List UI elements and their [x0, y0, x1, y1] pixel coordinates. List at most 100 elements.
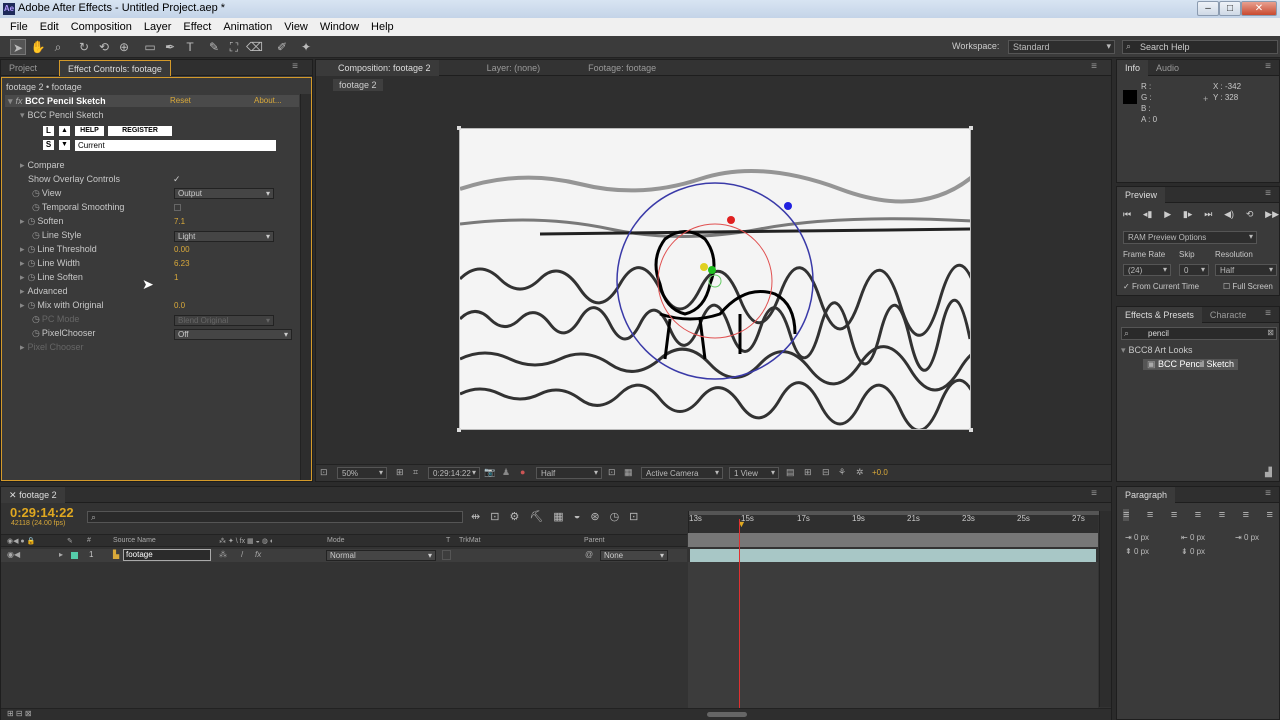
maximize-button[interactable]: □ [1219, 1, 1241, 16]
zoom-tool-icon[interactable]: ⌕ [50, 39, 66, 55]
source-name-header[interactable]: Source Name [113, 537, 156, 544]
fast-previews-icon[interactable]: ⊞ [804, 467, 812, 478]
stopwatch-icon[interactable]: ◷ [28, 244, 36, 254]
stopwatch-icon[interactable]: ◷ [32, 328, 40, 338]
corner-handle[interactable] [969, 428, 973, 432]
justify-all-icon[interactable]: ≡ [1267, 509, 1273, 521]
compare-group[interactable]: ▸ Compare [20, 158, 65, 172]
menu-layer[interactable]: Layer [138, 21, 178, 33]
mask-icon[interactable]: ⌗ [413, 467, 418, 478]
snapshot-icon[interactable]: 📷 [484, 467, 495, 478]
live-update-icon[interactable]: ⊡ [490, 510, 499, 523]
camera-dropdown[interactable]: Active Camera [641, 467, 723, 479]
tab-project[interactable]: Project [1, 60, 45, 76]
text-tool-icon[interactable]: T [182, 39, 198, 55]
pixelchooser-group[interactable]: ▸ Pixel Chooser [20, 340, 84, 354]
layer-name[interactable]: footage [123, 549, 211, 561]
label-color-swatch[interactable] [71, 552, 78, 559]
panel-menu-icon[interactable]: ≡ [292, 61, 298, 72]
parent-header[interactable]: Parent [584, 537, 605, 544]
effect-header[interactable]: ▾ fx BCC Pencil Sketch [8, 94, 106, 108]
tab-composition[interactable]: Composition: footage 2 [316, 59, 439, 76]
channel-icon[interactable]: ● [520, 467, 525, 477]
toggle-pixel-icon[interactable]: ▤ [786, 467, 795, 478]
register-button[interactable]: REGISTER [108, 126, 172, 136]
fx-icon[interactable]: fx [16, 96, 23, 106]
frame-blending-icon[interactable]: ▦ [553, 510, 563, 523]
from-current-checkbox[interactable]: ✓ From Current Time [1123, 282, 1199, 291]
region-of-interest-icon[interactable]: ⊡ [608, 467, 616, 478]
puppet-pin-tool-icon[interactable]: ✦ [298, 39, 314, 55]
up-arrow-icon[interactable]: ▲ [59, 126, 70, 136]
menu-animation[interactable]: Animation [217, 21, 278, 33]
transparency-grid-icon[interactable]: ▦ [624, 467, 633, 478]
parent-dropdown[interactable]: None [600, 550, 668, 561]
advanced-group[interactable]: ▸ Advanced [20, 284, 68, 298]
resolution-dropdown[interactable]: Half [1215, 264, 1277, 276]
label-icon[interactable]: ✎ [67, 537, 73, 545]
rotate-tool-icon[interactable]: ↻ [76, 39, 92, 55]
justify-right-icon[interactable]: ≡ [1243, 509, 1249, 521]
current-time-display[interactable]: 0:29:14:22 [428, 467, 480, 479]
expand-layer-icon[interactable]: ▸ [59, 550, 63, 559]
corner-handle[interactable] [457, 428, 461, 432]
space-after-field[interactable]: ⇟ 0 px [1181, 547, 1205, 556]
space-before-field[interactable]: ⇞ 0 px [1125, 547, 1149, 556]
timeline-scrollbar[interactable] [1099, 511, 1111, 707]
menu-effect[interactable]: Effect [177, 21, 217, 33]
stopwatch-icon[interactable]: ◷ [28, 300, 36, 310]
threshold-value[interactable]: 0.00 [174, 245, 190, 254]
tab-character[interactable]: Characte [1202, 307, 1255, 323]
menu-view[interactable]: View [278, 21, 314, 33]
tab-effect-controls[interactable]: Effect Controls: footage [59, 59, 171, 76]
tab-audio[interactable]: Audio [1148, 60, 1187, 76]
hide-shy-icon[interactable]: ⛏ [529, 510, 543, 523]
zoom-slider[interactable] [707, 712, 747, 717]
brush-tool-icon[interactable]: ✎ [206, 39, 222, 55]
minimize-button[interactable]: – [1197, 1, 1219, 16]
comp-subtab[interactable]: footage 2 [333, 79, 383, 91]
stopwatch-icon[interactable]: ◷ [32, 202, 40, 212]
clone-stamp-tool-icon[interactable]: ⛶ [226, 39, 242, 55]
indent-left-field[interactable]: ⇥ 0 px [1125, 533, 1149, 542]
resolution-dropdown[interactable]: Half [536, 467, 602, 479]
menu-window[interactable]: Window [314, 21, 365, 33]
always-preview-icon[interactable]: ⊡ [320, 467, 328, 478]
timeline-icon[interactable]: ⊟ [822, 467, 830, 478]
menu-composition[interactable]: Composition [65, 21, 138, 33]
ram-preview-icon[interactable]: ▶▶ [1265, 209, 1279, 220]
motion-blur-icon[interactable]: ◒ [574, 510, 581, 523]
timeline-timecode[interactable]: 0:29:14:22 [10, 505, 74, 520]
group-bcc-pencil[interactable]: ▾ BCC Pencil Sketch [20, 108, 104, 122]
flowchart-icon[interactable]: ⚘ [838, 467, 846, 478]
eraser-tool-icon[interactable]: ⌫ [246, 39, 263, 55]
clear-search-icon[interactable]: ⊠ [1267, 328, 1274, 337]
next-frame-icon[interactable]: ▮▸ [1183, 209, 1192, 220]
mix-value[interactable]: 0.0 [174, 301, 185, 310]
first-frame-icon[interactable]: ⏮ [1123, 209, 1131, 220]
stopwatch-icon[interactable]: ◷ [28, 272, 36, 282]
ram-preview-dropdown[interactable]: RAM Preview Options [1123, 231, 1257, 244]
pen-tool-icon[interactable]: ✒ [162, 39, 178, 55]
draft-3d-icon[interactable]: ⚙ [509, 510, 519, 523]
linewidth-value[interactable]: 6.23 [174, 259, 190, 268]
linesoften-value[interactable]: 1 [174, 273, 178, 282]
preserve-transparency-checkbox[interactable] [442, 550, 451, 560]
skip-dropdown[interactable]: 0 [1179, 264, 1209, 276]
save-button[interactable]: S [43, 140, 54, 150]
preset-field[interactable]: Current [75, 140, 276, 151]
align-right-icon[interactable]: ≡ [1171, 509, 1177, 521]
zoom-dropdown[interactable]: 50% [337, 467, 387, 479]
mode-header[interactable]: Mode [327, 537, 345, 544]
soften-value[interactable]: 7.1 [174, 217, 185, 226]
tab-info[interactable]: Info [1117, 59, 1149, 76]
pixelchooser-dropdown[interactable]: Off [174, 329, 292, 340]
category-art-looks[interactable]: ▾ BCC8 Art Looks [1121, 345, 1193, 356]
exposure-icon[interactable]: ✲ [856, 467, 864, 478]
quality-switch-icon[interactable]: / [241, 550, 243, 559]
brainstorm-icon[interactable]: ⊛ [590, 510, 599, 523]
panel-menu-icon[interactable]: ≡ [1265, 188, 1271, 199]
effect-item-pencil-sketch[interactable]: ▣ BCC Pencil Sketch [1143, 359, 1239, 370]
hand-tool-icon[interactable]: ✋ [30, 39, 46, 55]
last-frame-icon[interactable]: ⏭ [1204, 209, 1212, 220]
